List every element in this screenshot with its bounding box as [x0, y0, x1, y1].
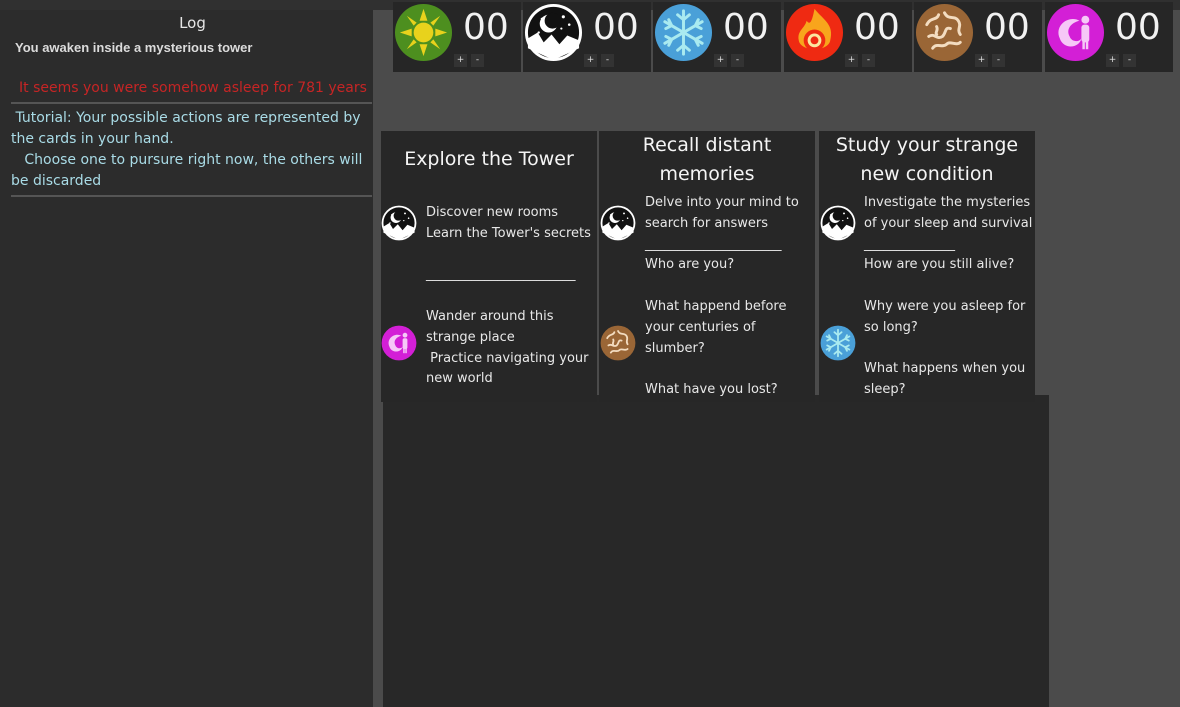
play-area	[383, 395, 1049, 707]
increment-button[interactable]: +	[454, 54, 467, 67]
increment-button[interactable]: +	[845, 54, 858, 67]
resource-brain: 00 + -	[914, 2, 1042, 72]
card-text: Investigate the mysteries of your sleep …	[864, 195, 1033, 273]
resource-count: 00	[463, 7, 509, 48]
increment-button[interactable]: +	[1106, 54, 1119, 67]
increment-button[interactable]: +	[584, 54, 597, 67]
fire-icon	[785, 3, 844, 62]
resource-spirit: 00 + -	[1045, 2, 1173, 72]
log-divider	[11, 195, 372, 197]
increment-button[interactable]: +	[975, 54, 988, 67]
moon-night-icon	[381, 205, 417, 241]
brain-icon	[600, 325, 636, 361]
snowflake-icon	[820, 325, 856, 361]
card-text: What happend before your centuries of sl…	[645, 299, 787, 398]
card-text: Delve into your mind to search for answe…	[645, 195, 799, 273]
log-panel[interactable]: Log You awaken inside a mysterious tower…	[0, 10, 373, 707]
log-entry-tutorial: Tutorial: Your possible actions are repr…	[11, 110, 363, 189]
card-text: Why were you asleep for so long? What ha…	[864, 299, 1026, 398]
resource-count: 00	[723, 7, 769, 48]
card-study-condition[interactable]: Study your strange new condition Investi…	[819, 131, 1035, 402]
moon-night-icon	[820, 205, 856, 241]
resource-fire: 00 + -	[784, 2, 912, 72]
card-title: Recall distant memories	[642, 134, 772, 185]
moon-night-icon	[524, 3, 583, 62]
spirit-figure-icon	[381, 325, 417, 361]
decrement-button[interactable]: -	[992, 54, 1005, 67]
increment-button[interactable]: +	[714, 54, 727, 67]
snowflake-icon	[654, 3, 713, 62]
spirit-figure-icon	[1046, 3, 1105, 62]
resource-count: 00	[854, 7, 900, 48]
log-entry: It seems you were somehow asleep for 781…	[19, 80, 367, 96]
decrement-button[interactable]: -	[862, 54, 875, 67]
resource-count: 00	[593, 7, 639, 48]
log-title: Log	[179, 14, 206, 32]
decrement-button[interactable]: -	[471, 54, 484, 67]
decrement-button[interactable]: -	[1123, 54, 1136, 67]
moon-night-icon	[600, 205, 636, 241]
card-text: Discover new rooms Learn the Tower's sec…	[426, 205, 591, 283]
resource-snowflake: 00 + -	[653, 2, 781, 72]
resource-moon: 00 + -	[523, 2, 651, 72]
brain-icon	[915, 3, 974, 62]
log-entry: You awaken inside a mysterious tower	[15, 40, 253, 55]
resource-count: 00	[1115, 7, 1161, 48]
card-title: Study your strange new condition	[835, 134, 1019, 185]
decrement-button[interactable]: -	[601, 54, 614, 67]
card-recall-memories[interactable]: Recall distant memories Delve into your …	[599, 131, 815, 402]
resource-count: 00	[984, 7, 1030, 48]
decrement-button[interactable]: -	[731, 54, 744, 67]
card-title: Explore the Tower	[404, 148, 574, 170]
resource-sun: 00 + -	[393, 2, 521, 72]
log-divider	[11, 102, 372, 104]
card-explore-tower[interactable]: Explore the Tower Discover new rooms Lea…	[381, 131, 597, 402]
sun-icon	[394, 3, 453, 62]
card-text: Wander around this strange place Practic…	[426, 309, 589, 387]
